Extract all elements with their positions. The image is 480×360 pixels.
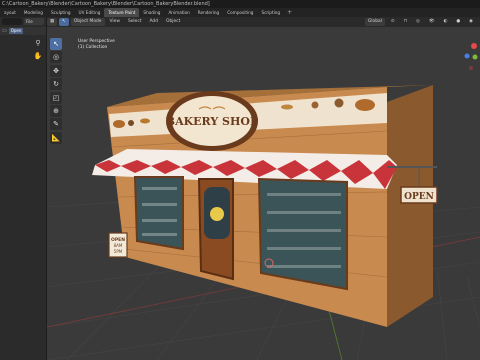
select-mode-icon[interactable]: ↖ bbox=[59, 18, 69, 26]
tool-shelf: ↖ ◎ ✥ ↻ ◰ ⊕ ✎ 📐 bbox=[50, 38, 64, 150]
menu-board-line2: 8AM bbox=[114, 243, 123, 248]
bun-icon bbox=[334, 98, 344, 108]
scene-render: BAKERY SHOP OPEN 8AM 5PM OPEN bbox=[47, 85, 480, 360]
nav-tools: ⚲ ✋ bbox=[33, 38, 45, 64]
shading-material-icon[interactable]: ◉ bbox=[466, 18, 476, 26]
workspace-tabs: ayout Modeling Sculpting UV Editing Text… bbox=[0, 8, 480, 17]
tab-modeling[interactable]: Modeling bbox=[20, 8, 47, 17]
side-panel: File ▭ Open bbox=[0, 17, 47, 360]
tab-shading[interactable]: Shading bbox=[139, 8, 164, 17]
snap-icon[interactable]: ⊓ bbox=[401, 18, 410, 26]
gizmo-y-icon[interactable] bbox=[472, 54, 478, 60]
overlay-icon[interactable]: ◐ bbox=[440, 18, 450, 26]
object-mode-dropdown[interactable]: Object Mode bbox=[70, 18, 105, 26]
open-sign-text: OPEN bbox=[404, 192, 434, 202]
file-field[interactable]: File bbox=[24, 18, 44, 25]
gizmo-neg-icon[interactable] bbox=[469, 66, 473, 70]
annotate-icon[interactable]: ✎ bbox=[50, 118, 62, 131]
menu-board-line3: 5PM bbox=[114, 249, 123, 254]
header-right-tools: Global ⊙ ⊓ ◎ 👁 ◐ ● ◉ bbox=[364, 18, 480, 26]
folder-icon: ▭ bbox=[2, 28, 7, 34]
tab-sculpting[interactable]: Sculpting bbox=[47, 8, 75, 17]
tab-uv-editing[interactable]: UV Editing bbox=[75, 8, 105, 17]
3d-viewport[interactable]: BAKERY SHOP OPEN 8AM 5PM OPEN bbox=[47, 27, 480, 360]
gizmo-x-icon[interactable] bbox=[471, 43, 477, 49]
window-title: C:\Cartoon_Bakery\Blender\Cartoon_Bakery… bbox=[0, 0, 480, 8]
tab-scripting[interactable]: Scripting bbox=[257, 8, 284, 17]
select-box-icon[interactable]: ↖ bbox=[50, 38, 62, 50]
building-side-wall bbox=[387, 85, 433, 327]
tab-texture-paint[interactable]: Texture Paint bbox=[104, 8, 140, 17]
hand-icon[interactable]: ✋ bbox=[33, 51, 43, 61]
donut-icon bbox=[128, 120, 134, 126]
menu-add[interactable]: Add bbox=[146, 18, 161, 26]
orientation-dropdown[interactable]: Global bbox=[364, 18, 385, 26]
gizmo-z-icon[interactable] bbox=[464, 53, 470, 59]
viewport-header: ▦ ↖ Object Mode View Select Add Object G… bbox=[47, 17, 480, 27]
shading-solid-icon[interactable]: ● bbox=[453, 18, 463, 26]
visibility-icon[interactable]: 👁 bbox=[426, 18, 438, 26]
zoom-icon[interactable]: ⚲ bbox=[33, 38, 43, 48]
bread-icon bbox=[113, 120, 125, 128]
editor-type-icon[interactable]: ▦ bbox=[47, 18, 58, 26]
pivot-icon[interactable]: ⊙ bbox=[388, 18, 398, 26]
menu-select[interactable]: Select bbox=[125, 18, 145, 26]
search-input[interactable] bbox=[2, 18, 22, 25]
transform-icon[interactable]: ⊕ bbox=[50, 104, 62, 117]
tab-rendering[interactable]: Rendering bbox=[194, 8, 223, 17]
rotate-icon[interactable]: ↻ bbox=[50, 78, 62, 91]
measure-icon[interactable]: 📐 bbox=[50, 131, 62, 144]
menu-view[interactable]: View bbox=[107, 18, 123, 26]
shop-sign-text: BAKERY SHOP bbox=[166, 115, 258, 128]
menu-object[interactable]: Object bbox=[163, 18, 183, 26]
tab-compositing[interactable]: Compositing bbox=[223, 8, 257, 17]
open-button[interactable]: Open bbox=[8, 28, 24, 34]
cursor-icon[interactable]: ◎ bbox=[50, 51, 62, 64]
navigation-gizmo[interactable] bbox=[463, 42, 479, 72]
wheat-icon bbox=[281, 104, 293, 110]
tab-animation[interactable]: Animation bbox=[164, 8, 193, 17]
add-workspace-button[interactable]: + bbox=[284, 9, 295, 16]
proportional-icon[interactable]: ◎ bbox=[413, 18, 423, 26]
collection-name: (1) Collection bbox=[78, 45, 108, 50]
loaf-icon bbox=[355, 99, 375, 111]
scale-icon[interactable]: ◰ bbox=[50, 91, 62, 104]
tab-layout[interactable]: ayout bbox=[0, 8, 20, 17]
open-row: ▭ Open bbox=[0, 27, 46, 35]
cookie-icon bbox=[311, 101, 319, 109]
door-badge-icon bbox=[210, 207, 224, 221]
baguette-icon bbox=[140, 118, 150, 124]
move-icon[interactable]: ✥ bbox=[50, 64, 62, 77]
viewport-info: User Perspective (1) Collection bbox=[78, 39, 115, 51]
